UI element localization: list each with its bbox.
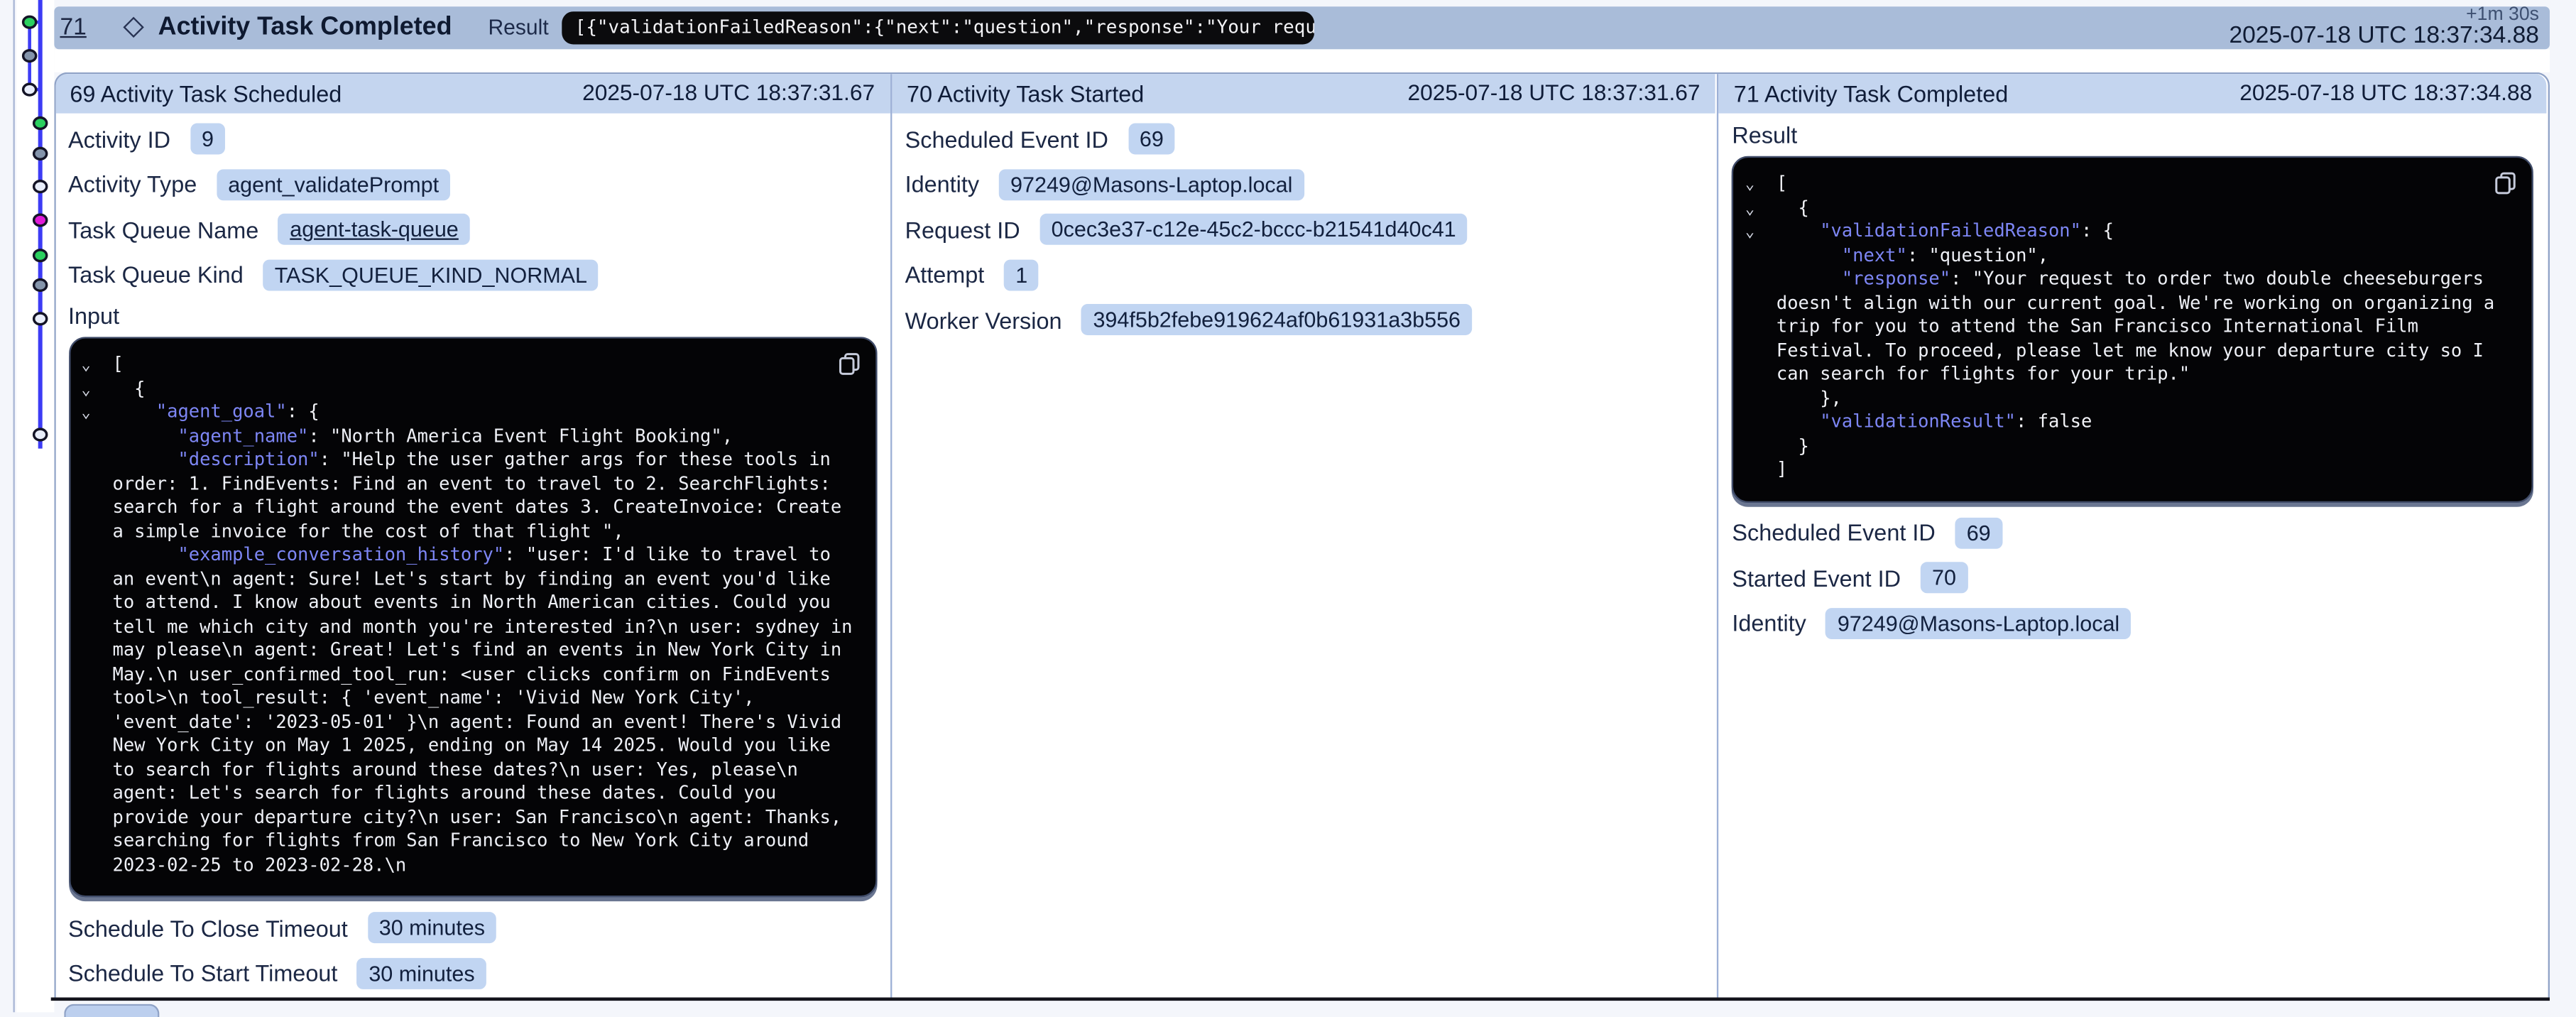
collapse-chevron-icon[interactable]: ⌄	[1745, 225, 1754, 241]
timeline-event-dot[interactable]	[23, 16, 36, 28]
activity-diamond-icon	[123, 17, 143, 37]
field-value-badge: 70	[1921, 562, 1968, 594]
field-value-badge: 394f5b2febe919624af0b61931a3b556	[1081, 305, 1472, 336]
event-time-group: +1m 30s 2025-07-18 UTC 18:37:34.88	[2229, 5, 2538, 49]
event-timestamp: 2025-07-18 UTC 18:37:34.88	[2229, 25, 2538, 50]
panel-header: 71 Activity Task Completed 2025-07-18 UT…	[1719, 73, 2547, 114]
timeline-event-dot[interactable]	[34, 148, 47, 159]
timeline-event-dot[interactable]	[34, 280, 47, 291]
input-json-viewer[interactable]: ⌄ ⌄ ⌄ [ { "agent_goal": { "agent_name": …	[68, 337, 876, 897]
result-preview-pill[interactable]: [{"validationFailedReason":{"next":"ques…	[562, 11, 1314, 43]
field-label: Identity	[1732, 610, 1806, 636]
field-value-badge: 1	[1004, 259, 1039, 290]
field-label: Worker Version	[905, 307, 1062, 333]
result-section-label: Result	[1732, 116, 2533, 153]
field-value-badge: agent_validatePrompt	[217, 169, 450, 200]
field-row: Started Event ID 70	[1732, 555, 2533, 601]
timeline-event-dot[interactable]	[34, 214, 47, 226]
collapse-chevron-icon[interactable]: ⌄	[82, 382, 91, 398]
field-row: Activity ID 9	[68, 116, 876, 162]
field-label: Scheduled Event ID	[905, 126, 1108, 153]
field-row: Schedule To Close Timeout 30 minutes	[68, 905, 876, 951]
field-row: Task Queue Name agent-task-queue	[68, 207, 876, 253]
field-value-badge: 69	[1955, 517, 2002, 548]
result-label: Result	[488, 15, 548, 40]
field-value-badge: 97249@Masons-Laptop.local	[999, 169, 1304, 200]
field-value-badge: 30 minutes	[368, 913, 497, 944]
panel-header-title: 70 Activity Task Started	[907, 80, 1144, 107]
timeline-event-dot[interactable]	[23, 84, 36, 95]
panel-header-timestamp: 2025-07-18 UTC 18:37:31.67	[1408, 81, 1701, 106]
panel-activity-task-scheduled: 69 Activity Task Scheduled 2025-07-18 UT…	[55, 73, 890, 996]
field-row: Worker Version 394f5b2febe919624af0b61931…	[905, 298, 1702, 343]
panel-header-timestamp: 2025-07-18 UTC 18:37:31.67	[582, 81, 875, 106]
timeline-event-dot[interactable]	[34, 429, 47, 440]
panel-activity-task-started: 70 Activity Task Started 2025-07-18 UTC …	[892, 73, 1715, 996]
collapse-chevron-icon[interactable]: ⌄	[82, 358, 91, 374]
field-row: Activity Type agent_validatePrompt	[68, 162, 876, 207]
field-label: Identity	[905, 171, 979, 197]
field-label: Scheduled Event ID	[1732, 520, 1935, 546]
timeline-event-dot[interactable]	[34, 181, 47, 192]
panel-header-title: 69 Activity Task Scheduled	[70, 80, 342, 107]
field-row: Scheduled Event ID 69	[1732, 510, 2533, 555]
field-value-badge: 69	[1128, 124, 1175, 155]
field-value-badge: 9	[190, 124, 225, 155]
field-value-badge: 97249@Masons-Laptop.local	[1826, 608, 2132, 639]
panel-activity-task-completed: 71 Activity Task Completed 2025-07-18 UT…	[1719, 73, 2547, 996]
event-detail-group: 69 Activity Task Scheduled 2025-07-18 UT…	[53, 72, 2549, 997]
input-json-text: [ { "agent_goal": { "agent_name": "North…	[112, 353, 861, 877]
field-label: Activity Type	[68, 171, 197, 197]
field-value-badge: TASK_QUEUE_KIND_NORMAL	[263, 259, 599, 290]
collapse-chevron-icon[interactable]: ⌄	[1745, 178, 1754, 193]
copy-icon[interactable]	[837, 352, 860, 376]
row-gap	[53, 48, 2549, 71]
panel-header: 70 Activity Task Started 2025-07-18 UTC …	[892, 73, 1715, 114]
field-row: Identity 97249@Masons-Laptop.local	[905, 162, 1702, 207]
event-offset: +1m 30s	[2229, 5, 2538, 25]
column-divider	[890, 73, 892, 996]
field-label: Task Queue Kind	[68, 261, 244, 288]
field-value-badge: 30 minutes	[357, 957, 486, 989]
panel-header-timestamp: 2025-07-18 UTC 18:37:34.88	[2239, 81, 2532, 106]
event-history-view: 71 Activity Task Completed Result [{"val…	[0, 0, 2576, 1013]
panel-header-title: 71 Activity Task Completed	[1734, 80, 2009, 107]
panel-header: 69 Activity Task Scheduled 2025-07-18 UT…	[55, 73, 890, 114]
input-section-label: Input	[68, 298, 876, 334]
timeline-event-dot[interactable]	[23, 50, 36, 62]
field-row: Attempt 1	[905, 252, 1702, 298]
field-label: Task Queue Name	[68, 217, 258, 243]
field-label: Request ID	[905, 217, 1020, 243]
field-value-badge: 0cec3e37-c12e-45c2-bccc-b21541d40c41	[1039, 214, 1467, 245]
timeline-event-dot[interactable]	[34, 250, 47, 261]
field-value-link[interactable]: agent-task-queue	[278, 214, 470, 245]
timeline-event-dot[interactable]	[34, 313, 47, 325]
field-label: Schedule To Start Timeout	[68, 960, 337, 986]
field-label: Activity ID	[68, 126, 170, 153]
collapsed-event-row[interactable]: 71 Activity Task Completed Result [{"val…	[53, 6, 2549, 48]
collapse-chevron-icon[interactable]: ⌄	[1745, 201, 1754, 217]
collapse-chevron-icon[interactable]: ⌄	[82, 406, 91, 422]
event-timeline[interactable]	[0, 0, 56, 1014]
field-row: Schedule To Start Timeout 30 minutes	[68, 951, 876, 996]
field-label: Schedule To Close Timeout	[68, 915, 348, 941]
copy-icon[interactable]	[2494, 171, 2517, 196]
next-row-partial[interactable]	[63, 1004, 158, 1017]
detail-bottom-border	[51, 997, 2550, 1001]
event-title: Activity Task Completed	[158, 12, 452, 42]
field-row: Task Queue Kind TASK_QUEUE_KIND_NORMAL	[68, 252, 876, 298]
field-row: Request ID 0cec3e37-c12e-45c2-bccc-b21541…	[905, 207, 1702, 253]
field-label: Attempt	[905, 261, 985, 288]
result-json-viewer[interactable]: ⌄ ⌄ ⌄ [ { "validationFailedReason": { "n…	[1732, 156, 2533, 502]
field-row: Identity 97249@Masons-Laptop.local	[1732, 601, 2533, 646]
result-json-text: [ { "validationFailedReason": { "next": …	[1777, 173, 2519, 482]
field-row: Scheduled Event ID 69	[905, 116, 1702, 162]
column-divider	[1717, 73, 1719, 996]
event-id-link[interactable]: 71	[60, 14, 86, 40]
field-label: Started Event ID	[1732, 565, 1901, 591]
timeline-event-dot[interactable]	[34, 118, 47, 129]
